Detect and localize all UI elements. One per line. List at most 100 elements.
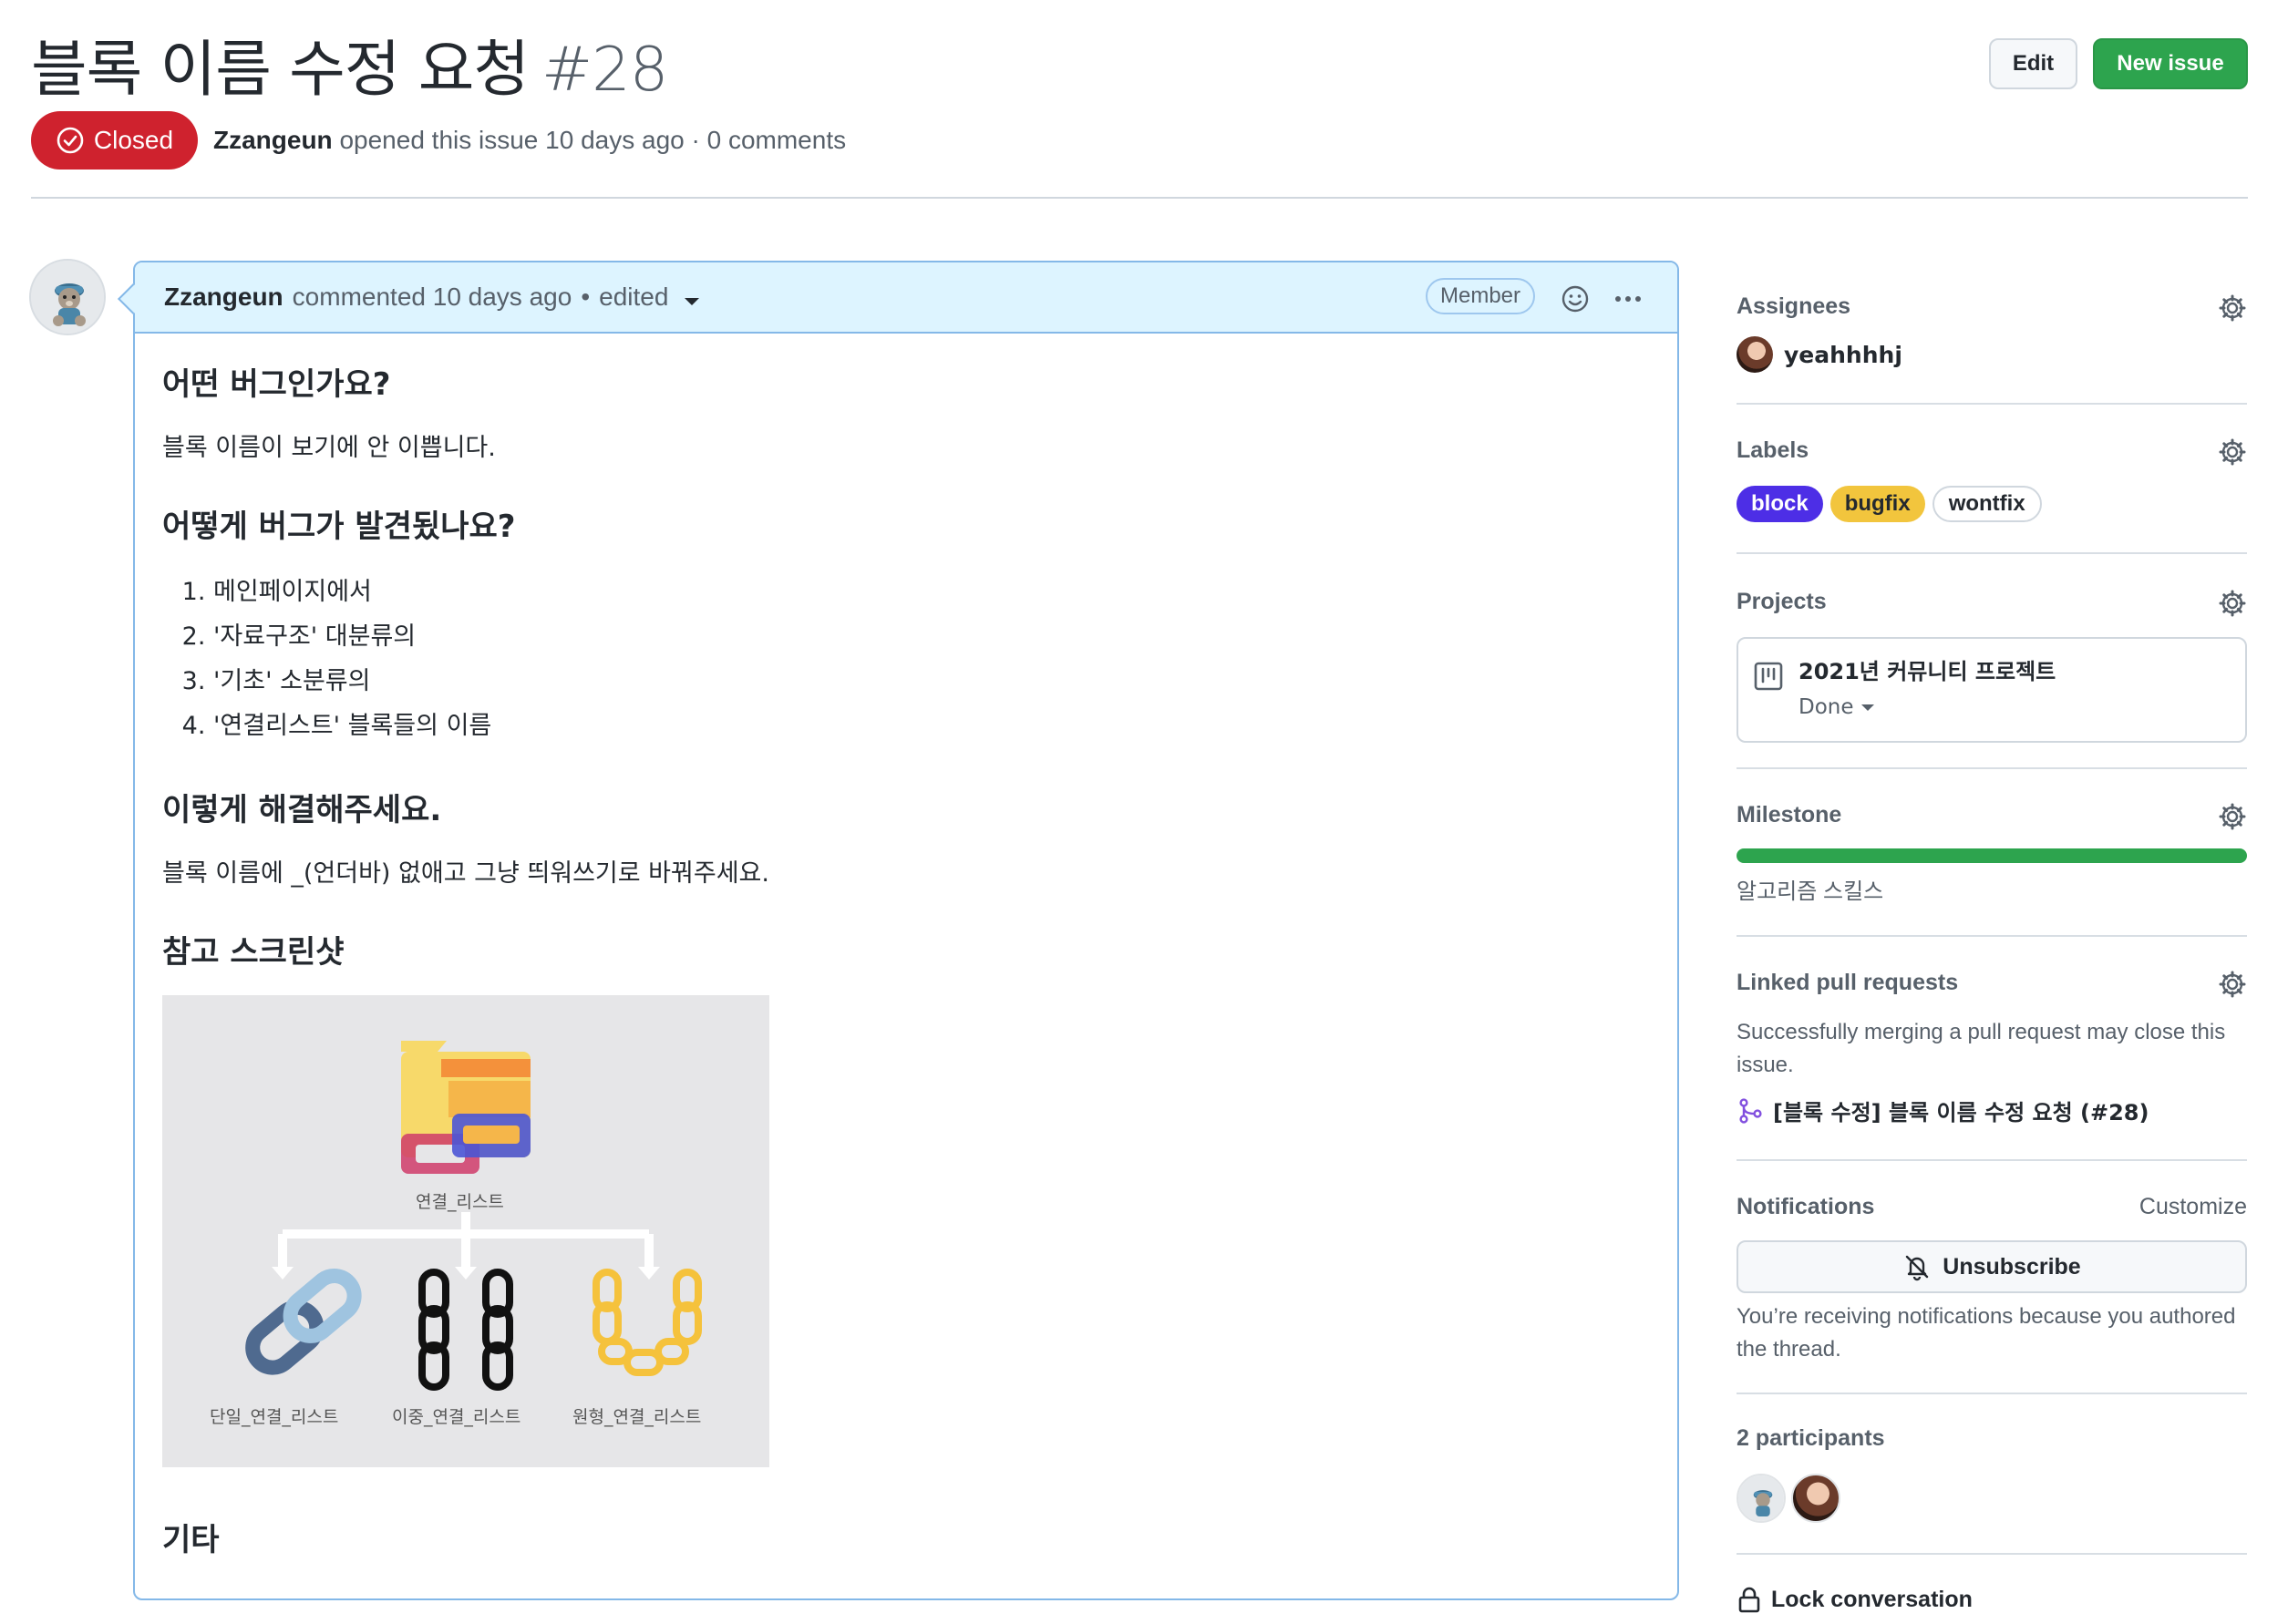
assignee-item[interactable]: yeahhhhj xyxy=(1737,336,2247,373)
list-item: '기초' 소분류의 xyxy=(213,659,1650,704)
gear-icon[interactable] xyxy=(2218,589,2247,618)
list-item: '연결리스트' 블록들의 이름 xyxy=(213,704,1650,748)
smiley-reaction-icon[interactable] xyxy=(1561,284,1590,313)
diagram-label-root: 연결_리스트 xyxy=(416,1192,504,1212)
assignee-name: yeahhhhj xyxy=(1784,341,1902,368)
projects-section: Projects 2021년 커뮤니티 프로젝트 Done xyxy=(1737,589,2247,743)
participants-list xyxy=(1737,1474,2247,1523)
teddy-bear-avatar-icon xyxy=(31,261,104,334)
found-heading: 어떻게 버그가 발견됬나요? xyxy=(162,509,516,545)
diagram-label-double: 이중_연결_리스트 xyxy=(392,1407,521,1427)
unsubscribe-label: Unsubscribe xyxy=(1943,1253,2081,1280)
label-block[interactable]: block xyxy=(1737,486,1823,522)
issue-state-badge: Closed xyxy=(31,111,198,170)
issue-meta-text: opened this issue 10 days ago · 0 commen… xyxy=(339,126,847,154)
sidebar-divider xyxy=(1737,935,2247,937)
unsubscribe-button[interactable]: Unsubscribe xyxy=(1737,1240,2247,1293)
issue-meta: Zzangeun opened this issue 10 days ago ·… xyxy=(213,126,846,155)
linked-prs-title[interactable]: Linked pull requests xyxy=(1737,970,2247,996)
closed-check-icon xyxy=(57,127,84,154)
linked-pr-title: [블록 수정] 블록 이름 수정 요청 (#28) xyxy=(1773,1100,2149,1125)
project-status-dropdown[interactable]: Done xyxy=(1798,695,1874,719)
fix-heading: 이렇게 해결해주세요. xyxy=(162,792,442,828)
issue-title: 블록 이름 수정 요청 #28 xyxy=(31,20,668,108)
lock-conversation-link[interactable]: Lock conversation xyxy=(1737,1586,2247,1613)
steps-list: 메인페이지에서 '자료구조' 대분류의 '기초' 소분류의 '연결리스트' 블록… xyxy=(213,570,1650,748)
sidebar-divider xyxy=(1737,767,2247,769)
linked-prs-section: Linked pull requests Successfully mergin… xyxy=(1737,970,2247,1126)
project-card[interactable]: 2021년 커뮤니티 프로젝트 Done xyxy=(1737,637,2247,743)
merged-pr-icon xyxy=(1739,1097,1762,1124)
milestone-title[interactable]: Milestone xyxy=(1737,802,2247,828)
teddy-bear-avatar-icon xyxy=(1738,1475,1784,1521)
participants-section: 2 participants xyxy=(1737,1425,2247,1523)
participant-avatar[interactable] xyxy=(1791,1474,1840,1523)
notifications-section: Notifications Customize Unsubscribe You’… xyxy=(1737,1194,2247,1366)
sidebar-divider xyxy=(1737,1553,2247,1555)
labels-list: block bugfix wontfix xyxy=(1737,486,2247,522)
edited-label: edited xyxy=(599,283,669,311)
bell-slash-icon xyxy=(1906,1255,1929,1281)
labels-title[interactable]: Labels xyxy=(1737,437,2247,464)
edited-dropdown[interactable]: edited xyxy=(599,283,700,312)
gear-icon[interactable] xyxy=(2218,293,2247,323)
projects-title[interactable]: Projects xyxy=(1737,589,2247,615)
labels-section: Labels block bugfix wontfix xyxy=(1737,437,2247,522)
issue-author-link[interactable]: Zzangeun xyxy=(213,126,333,154)
linked-prs-description: Successfully merging a pull request may … xyxy=(1737,1020,2226,1077)
chevron-down-icon xyxy=(1860,704,1874,711)
linked-list-diagram-image xyxy=(245,1041,702,1391)
label-bugfix[interactable]: bugfix xyxy=(1829,486,1925,522)
project-board-icon xyxy=(1754,662,1783,691)
gear-icon[interactable] xyxy=(2218,802,2247,831)
header-divider xyxy=(31,197,2248,199)
gear-icon[interactable] xyxy=(2218,970,2247,999)
issue-title-text: 블록 이름 수정 요청 xyxy=(31,34,530,105)
milestone-name[interactable]: 알고리즘 스킬스 xyxy=(1737,876,2247,909)
issue-number: #28 xyxy=(541,34,668,105)
milestone-progress-bar xyxy=(1737,848,2247,863)
comment-box: Zzangeun commented 10 days ago • edited … xyxy=(133,261,1679,1600)
author-avatar[interactable] xyxy=(29,259,106,335)
member-badge: Member xyxy=(1426,278,1536,314)
kebab-menu-icon[interactable] xyxy=(1612,283,1644,315)
comment-header: Zzangeun commented 10 days ago • edited … xyxy=(135,262,1677,334)
bug-heading: 어떤 버그인가요? xyxy=(162,366,391,403)
lock-conversation-label: Lock conversation xyxy=(1771,1586,1973,1612)
project-name[interactable]: 2021년 커뮤니티 프로젝트 xyxy=(1798,653,2056,685)
participants-title: 2 participants xyxy=(1737,1425,1885,1451)
diagram-label-single: 단일_연결_리스트 xyxy=(210,1407,339,1427)
label-wontfix[interactable]: wontfix xyxy=(1932,486,2042,522)
edit-button[interactable]: Edit xyxy=(1989,38,2077,89)
notifications-reason: You’re receiving notifications because y… xyxy=(1737,1304,2236,1362)
list-item: '자료구조' 대분류의 xyxy=(213,614,1650,659)
sidebar-divider xyxy=(1737,552,2247,554)
participant-avatar[interactable] xyxy=(1737,1474,1786,1523)
comment-body: 어떤 버그인가요? 블록 이름이 보기에 안 이쁩니다. 어떻게 버그가 발견됬… xyxy=(135,334,1677,1598)
chevron-down-icon xyxy=(685,298,700,305)
list-item: 메인페이지에서 xyxy=(213,570,1650,614)
gear-icon[interactable] xyxy=(2218,437,2247,467)
avatar xyxy=(1737,336,1773,373)
linked-pr-item[interactable]: [블록 수정] 블록 이름 수정 요청 (#28) xyxy=(1737,1095,2247,1126)
comment-author-link[interactable]: Zzangeun xyxy=(164,283,283,312)
other-heading: 기타 xyxy=(162,1522,220,1558)
reference-screenshot[interactable]: 연결_리스트 단일_연결_리스트 이중_연결_리스트 원형_연결_리스트 xyxy=(162,995,769,1467)
customize-link[interactable]: Customize xyxy=(2139,1194,2247,1220)
fix-text: 블록 이름에 _(언더바) 없애고 그냥 띄워쓰기로 바꿔주세요. xyxy=(162,859,769,888)
issue-state-label: Closed xyxy=(93,126,174,154)
diagram-label-circular: 원형_연결_리스트 xyxy=(572,1407,702,1427)
bug-text: 블록 이름이 보기에 안 이쁩니다. xyxy=(162,434,496,462)
assignees-title[interactable]: Assignees xyxy=(1737,293,2247,320)
sidebar-divider xyxy=(1737,1159,2247,1161)
assignees-section: Assignees yeahhhhj xyxy=(1737,293,2247,373)
milestone-section: Milestone 알고리즘 스킬스 xyxy=(1737,802,2247,909)
comment-timestamp[interactable]: commented 10 days ago xyxy=(293,283,572,312)
project-status: Done xyxy=(1798,695,1854,719)
sidebar-divider xyxy=(1737,403,2247,405)
screenshot-heading: 참고 스크린샷 xyxy=(162,934,345,971)
sidebar-divider xyxy=(1737,1393,2247,1394)
header-dot-separator: • xyxy=(581,283,591,311)
lock-icon xyxy=(1738,1587,1760,1613)
new-issue-button[interactable]: New issue xyxy=(2093,38,2248,89)
